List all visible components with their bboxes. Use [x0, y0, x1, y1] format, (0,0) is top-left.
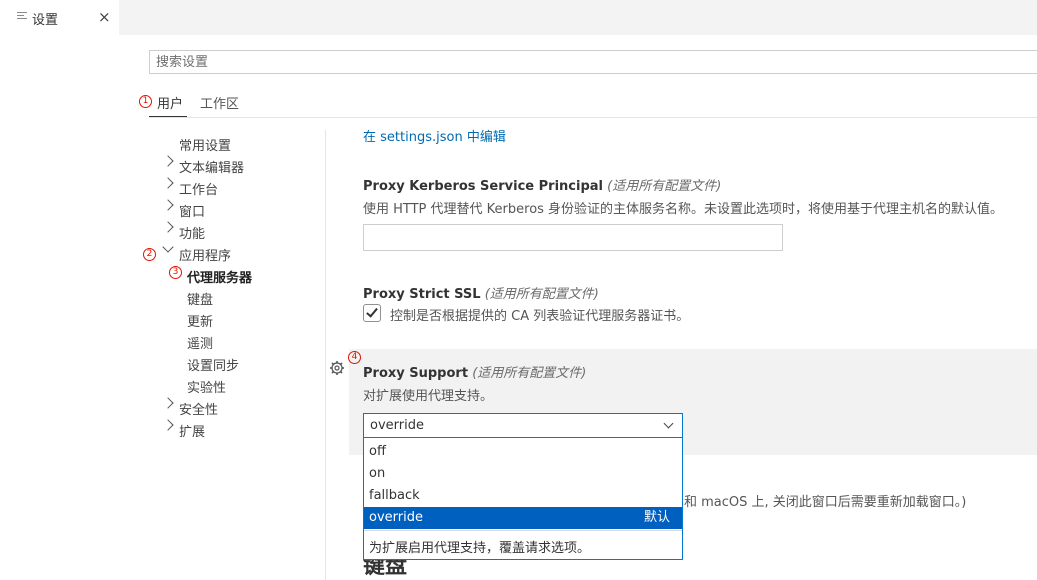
tab-user[interactable]: 用户	[157, 93, 183, 112]
toc-item-experimental[interactable]: 实验性	[187, 377, 226, 396]
dropdown-divider	[364, 530, 682, 531]
toc-item-telemetry[interactable]: 遥测	[187, 333, 213, 352]
toc-item-application[interactable]: 应用程序	[179, 245, 231, 264]
toc-divider	[325, 130, 326, 580]
tab-title: 设置	[32, 13, 59, 28]
setting-name: Proxy Kerberos Service Principal	[363, 179, 603, 194]
setting-scope: (适用所有配置文件)	[472, 366, 587, 381]
search-input[interactable]	[150, 51, 1037, 73]
kerberos-principal-input[interactable]	[364, 225, 782, 250]
option-override[interactable]: override 默认	[364, 507, 682, 529]
annotation-marker-1: 1	[139, 95, 152, 108]
chevron-down-icon	[663, 418, 674, 429]
default-badge: 默认	[643, 510, 670, 525]
toc-item-proxy[interactable]: 代理服务器	[187, 267, 252, 286]
toc-item-common[interactable]: 常用设置	[179, 135, 231, 154]
option-fallback[interactable]: fallback	[364, 485, 682, 507]
toc-item-security[interactable]: 安全性	[179, 399, 218, 418]
option-label: override	[369, 510, 423, 525]
scope-divider	[149, 117, 1037, 118]
toc-item-keyboard[interactable]: 键盘	[187, 289, 213, 308]
chevron-down-icon	[162, 241, 174, 253]
tab-workspace[interactable]: 工作区	[200, 93, 239, 112]
annotation-marker-4: 4	[348, 351, 361, 364]
setting-title: Proxy Kerberos Service Principal (适用所有配置…	[363, 175, 721, 194]
chevron-right-icon	[162, 177, 174, 189]
toc-item-extensions[interactable]: 扩展	[179, 421, 205, 440]
setting-description: 使用 HTTP 代理替代 Kerberos 身份验证的主体服务名称。未设置此选项…	[363, 202, 1004, 217]
settings-tab[interactable]: 设置 ×	[0, 0, 119, 35]
chevron-right-icon	[162, 199, 174, 211]
toc-item-text-editor[interactable]: 文本编辑器	[179, 157, 244, 176]
setting-name: Proxy Support	[363, 366, 469, 381]
toc-item-workbench[interactable]: 工作台	[179, 179, 218, 198]
strict-ssl-checkbox[interactable]	[363, 304, 381, 322]
proxy-support-select[interactable]: override	[363, 413, 683, 438]
chevron-right-icon	[162, 419, 174, 431]
setting-description: 对扩展使用代理支持。	[363, 389, 494, 404]
toc-item-features[interactable]: 功能	[179, 223, 205, 242]
toc-item-window[interactable]: 窗口	[179, 201, 205, 220]
setting-title: Proxy Strict SSL (适用所有配置文件)	[363, 283, 599, 302]
settings-file-icon	[17, 12, 27, 21]
select-value: override	[370, 418, 424, 433]
option-on[interactable]: on	[364, 463, 682, 485]
setting-title: Proxy Support (适用所有配置文件)	[363, 362, 586, 381]
tab-bar: 设置 ×	[0, 0, 1037, 35]
close-icon[interactable]: ×	[98, 8, 111, 26]
option-description: 为扩展启用代理支持，覆盖请求选项。	[369, 541, 591, 556]
search-box	[149, 50, 1037, 74]
setting-description: 控制是否根据提供的 CA 列表验证代理服务器证书。	[390, 309, 690, 324]
gear-icon[interactable]	[329, 360, 345, 376]
annotation-marker-2: 2	[143, 248, 156, 261]
setting-scope: (适用所有配置文件)	[484, 287, 599, 302]
annotation-marker-3: 3	[169, 266, 182, 279]
toc-item-update[interactable]: 更新	[187, 311, 213, 330]
chevron-right-icon	[162, 155, 174, 167]
obscured-description: 和 macOS 上, 关闭此窗口后需要重新加载窗口。)	[684, 495, 967, 510]
edit-in-settings-json-link[interactable]: 在 settings.json 中编辑	[363, 126, 506, 145]
setting-name: Proxy Strict SSL	[363, 287, 481, 302]
option-off[interactable]: off	[364, 441, 682, 463]
setting-scope: (适用所有配置文件)	[607, 179, 722, 194]
kerberos-input-box	[363, 224, 783, 251]
select-dropdown: off on fallback override 默认 为扩展启用代理支持，覆盖…	[363, 438, 683, 560]
check-icon	[366, 305, 378, 318]
toc-item-settings-sync[interactable]: 设置同步	[187, 355, 239, 374]
chevron-right-icon	[162, 221, 174, 233]
chevron-right-icon	[162, 397, 174, 409]
